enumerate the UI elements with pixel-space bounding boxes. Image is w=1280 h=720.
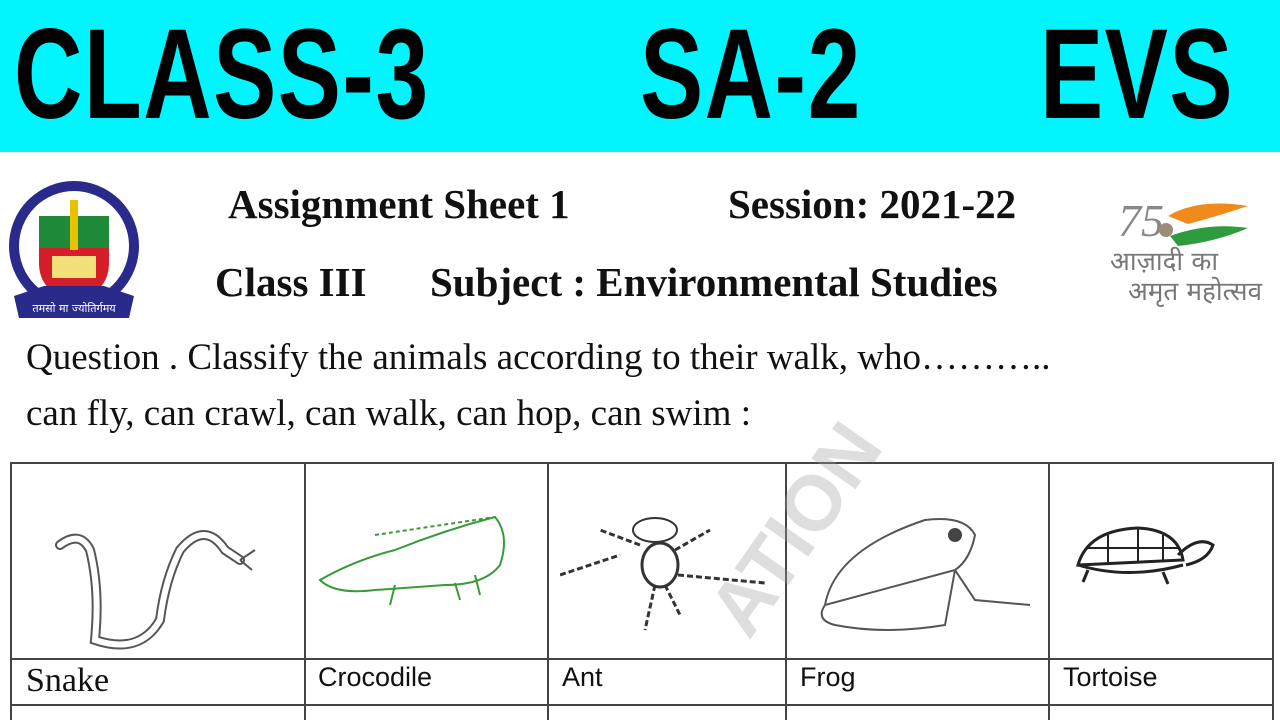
- question-line-2: can fly, can crawl, can walk, can hop, c…: [26, 393, 751, 434]
- banner-subject: EVS: [1040, 3, 1234, 146]
- logo-line1: आज़ादी का: [1110, 246, 1219, 277]
- animal-label: Frog: [800, 662, 856, 692]
- emblem-motto: तमसो मा ज्योतिर्गमय: [32, 302, 116, 315]
- table-divider: [547, 462, 549, 720]
- banner-class: CLASS-3: [14, 3, 430, 146]
- logo-line2: अमृत महोत्सव: [1128, 276, 1263, 307]
- table-divider: [304, 462, 306, 720]
- logo-number: 75: [1118, 195, 1164, 246]
- snake-drawing: [55, 530, 256, 650]
- assignment-title: Assignment Sheet 1: [228, 181, 570, 227]
- animal-label: Tortoise: [1063, 662, 1158, 692]
- municipal-corporation-emblem-icon: तमसो मा ज्योतिर्गमय: [9, 181, 139, 318]
- azadi-ka-amrit-mahotsav-logo-icon: 75 आज़ादी का अमृत महोत्सव: [1110, 195, 1263, 307]
- animal-label: Ant: [562, 662, 603, 692]
- animal-label: Crocodile: [318, 662, 433, 692]
- crocodile-drawing: [318, 515, 505, 606]
- question-line-1: Question . Classify the animals accordin…: [26, 337, 1051, 378]
- subject-label: Subject : Environmental Studies: [430, 259, 998, 305]
- animal-label: Snake: [26, 662, 110, 699]
- table-divider: [10, 704, 1274, 706]
- class-label: Class III: [215, 259, 367, 305]
- tortoise-drawing: [1075, 526, 1215, 585]
- title-banner: CLASS-3 SA-2 EVS: [0, 0, 1280, 152]
- banner-exam: SA-2: [640, 3, 862, 146]
- session-label: Session: 2021-22: [728, 181, 1017, 227]
- table-divider: [1048, 462, 1050, 720]
